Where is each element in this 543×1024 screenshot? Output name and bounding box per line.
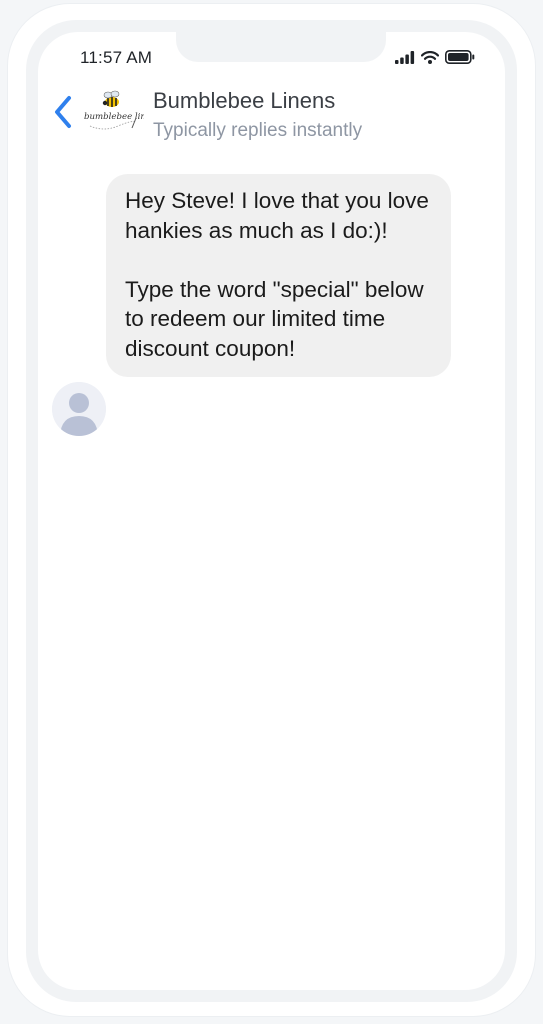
status-icons (395, 50, 475, 69)
signal-icon (395, 50, 415, 69)
brand-logo: bumblebee linens (82, 88, 162, 138)
phone-outer-shell: 11:57 AM bumblebee li Bumblebee Linens T… (8, 4, 535, 1016)
phone-notch (176, 32, 386, 62)
message-bubble: Hey Steve! I love that you love hankies … (106, 174, 451, 377)
back-button[interactable] (50, 94, 76, 134)
chevron-left-icon (53, 95, 73, 134)
contact-name: Bumblebee Linens (153, 88, 336, 113)
battery-icon (445, 50, 475, 69)
reply-status: Typically replies instantly (153, 120, 363, 141)
wifi-icon (420, 50, 440, 69)
avatar (52, 382, 106, 436)
status-time: 11:57 AM (80, 48, 153, 67)
phone-screen: 11:57 AM bumblebee li Bumblebee Linens T… (38, 32, 505, 990)
phone-frame: 11:57 AM bumblebee li Bumblebee Linens T… (26, 20, 517, 1002)
